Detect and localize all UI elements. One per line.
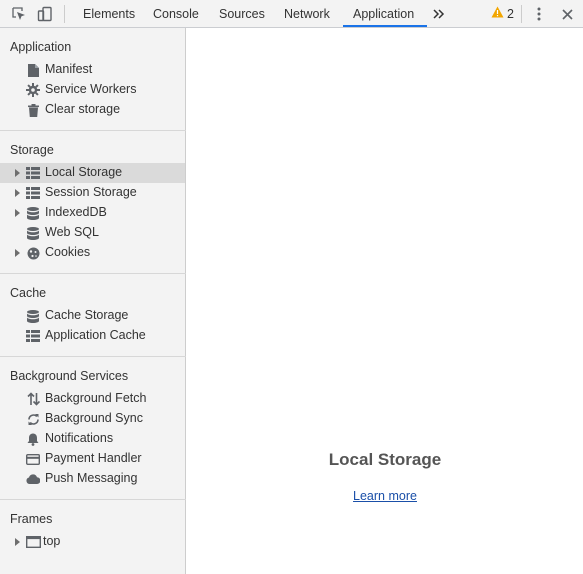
frame-icon <box>26 535 41 549</box>
expand-arrow-icon[interactable] <box>15 249 20 257</box>
warning-count: 2 <box>507 7 514 21</box>
toolbar-separator <box>64 5 65 23</box>
sidebar-item-background-sync[interactable]: Background Sync <box>0 409 185 429</box>
table-icon <box>26 186 40 200</box>
warning-icon <box>491 0 504 28</box>
gear-icon <box>26 83 40 97</box>
sidebar-item-label: Clear storage <box>45 102 121 116</box>
warning-counter[interactable]: 2 <box>491 0 514 28</box>
tab-application[interactable]: Application <box>343 0 427 27</box>
table-icon <box>26 166 40 180</box>
expand-arrow-icon[interactable] <box>15 169 20 177</box>
section-title-cache: Cache <box>10 286 47 300</box>
expand-arrow-icon[interactable] <box>15 189 20 197</box>
sync-icon <box>26 412 40 426</box>
sidebar-item-label: Background Fetch <box>45 391 147 405</box>
database-icon <box>26 226 40 240</box>
sidebar-item-local-storage[interactable]: Local Storage <box>0 163 185 183</box>
close-icon[interactable] <box>557 4 577 24</box>
chevron-double-right-icon[interactable] <box>429 4 449 24</box>
section-title-application: Application <box>10 40 72 54</box>
sidebar-item-background-fetch[interactable]: Background Fetch <box>0 389 185 409</box>
document-icon <box>26 63 40 77</box>
tab-console[interactable]: Console <box>143 0 209 27</box>
sidebar-item-notifications[interactable]: Notifications <box>0 429 185 449</box>
sidebar-item-session-storage[interactable]: Session Storage <box>0 183 185 203</box>
sidebar-item-top-frame[interactable]: top <box>0 532 185 552</box>
page-title: Local Storage <box>328 450 442 469</box>
sidebar-item-label: top <box>43 534 61 548</box>
expand-arrow-icon[interactable] <box>15 209 20 217</box>
tab-sources[interactable]: Sources <box>209 0 275 27</box>
application-sidebar: Application Manifest Service Workers Cle… <box>0 28 186 574</box>
sidebar-item-label: Application Cache <box>45 328 146 342</box>
sidebar-item-label: Notifications <box>45 431 114 445</box>
sidebar-item-label: IndexedDB <box>45 205 107 219</box>
cookie-icon <box>26 246 40 260</box>
sidebar-item-label: Web SQL <box>45 225 99 239</box>
sidebar-item-label: Background Sync <box>45 411 143 425</box>
sidebar-item-label: Payment Handler <box>45 451 142 465</box>
device-toggle-icon[interactable] <box>35 4 55 24</box>
section-divider <box>0 356 186 357</box>
tab-elements[interactable]: Elements <box>73 0 145 27</box>
sidebar-item-label: Cache Storage <box>45 308 129 322</box>
sidebar-item-web-sql[interactable]: Web SQL <box>0 223 185 243</box>
kebab-menu-icon[interactable] <box>529 4 549 24</box>
section-divider <box>0 273 186 274</box>
sidebar-item-cache-storage[interactable]: Cache Storage <box>0 306 185 326</box>
toolbar-separator <box>521 5 522 23</box>
cloud-icon <box>26 472 40 486</box>
sidebar-item-label: Cookies <box>45 245 91 259</box>
section-divider <box>0 130 186 131</box>
learn-more-link[interactable]: Learn more <box>353 489 417 503</box>
tab-network[interactable]: Network <box>274 0 340 27</box>
database-icon <box>26 206 40 220</box>
up-down-arrows-icon <box>26 392 40 406</box>
expand-arrow-icon[interactable] <box>15 538 20 546</box>
sidebar-item-push-messaging[interactable]: Push Messaging <box>0 469 185 489</box>
sidebar-item-label: Service Workers <box>45 82 137 96</box>
sidebar-item-service-workers[interactable]: Service Workers <box>0 80 185 100</box>
table-icon <box>26 329 40 343</box>
database-icon <box>26 309 40 323</box>
trash-icon <box>26 103 40 117</box>
sidebar-item-cookies[interactable]: Cookies <box>0 243 185 263</box>
sidebar-item-label: Local Storage <box>45 165 123 179</box>
inspect-element-icon[interactable] <box>9 4 29 24</box>
sidebar-item-label: Push Messaging <box>45 471 138 485</box>
sidebar-item-application-cache[interactable]: Application Cache <box>0 326 185 346</box>
devtools-toolbar: Elements Console Sources Network Applica… <box>0 0 583 28</box>
section-title-frames: Frames <box>10 512 53 526</box>
sidebar-item-manifest[interactable]: Manifest <box>0 60 185 80</box>
main-panel: Local Storage Learn more <box>187 28 583 574</box>
sidebar-item-label: Session Storage <box>45 185 137 199</box>
credit-card-icon <box>26 452 40 466</box>
sidebar-item-payment-handler[interactable]: Payment Handler <box>0 449 185 469</box>
section-title-storage: Storage <box>10 143 54 157</box>
section-title-background-services: Background Services <box>10 369 129 383</box>
section-divider <box>0 499 186 500</box>
sidebar-item-clear-storage[interactable]: Clear storage <box>0 100 185 120</box>
sidebar-item-label: Manifest <box>45 62 93 76</box>
sidebar-item-indexeddb[interactable]: IndexedDB <box>0 203 185 223</box>
bell-icon <box>26 432 40 446</box>
learn-more-container: Learn more <box>187 489 583 503</box>
